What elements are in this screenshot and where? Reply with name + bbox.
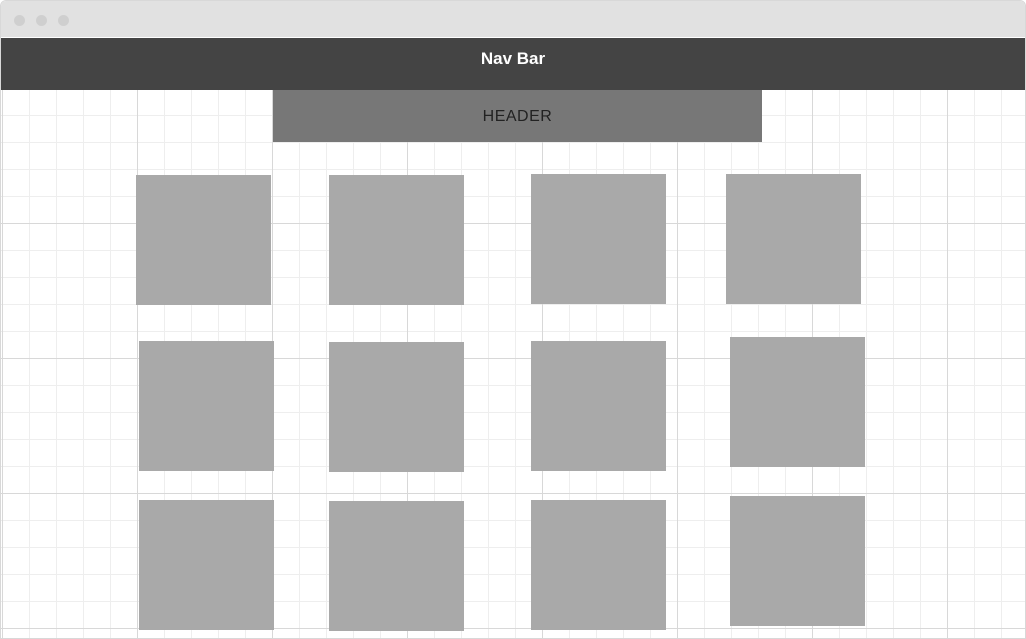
maximize-dot-icon[interactable] xyxy=(58,15,69,26)
grid-tile-r2-c1 xyxy=(139,341,274,471)
grid-tile-r3-c1 xyxy=(139,500,274,630)
grid-tile-r2-c3 xyxy=(531,341,666,471)
grid-tile-r3-c2 xyxy=(329,501,464,631)
browser-window: Nav Bar HEADER xyxy=(0,0,1026,639)
grid-tile-r1-c4 xyxy=(726,174,861,304)
grid-tile-r2-c2 xyxy=(329,342,464,472)
close-dot-icon[interactable] xyxy=(14,15,25,26)
page-header: HEADER xyxy=(273,90,762,142)
grid-tile-r2-c4 xyxy=(730,337,865,467)
window-titlebar xyxy=(1,1,1025,37)
grid-tile-r1-c2 xyxy=(329,175,464,305)
nav-bar: Nav Bar xyxy=(1,38,1025,90)
grid-tile-r3-c3 xyxy=(531,500,666,630)
grid-tile-r1-c1 xyxy=(136,175,271,305)
minimize-dot-icon[interactable] xyxy=(36,15,47,26)
grid-tile-r1-c3 xyxy=(531,174,666,304)
grid-tile-r3-c4 xyxy=(730,496,865,626)
